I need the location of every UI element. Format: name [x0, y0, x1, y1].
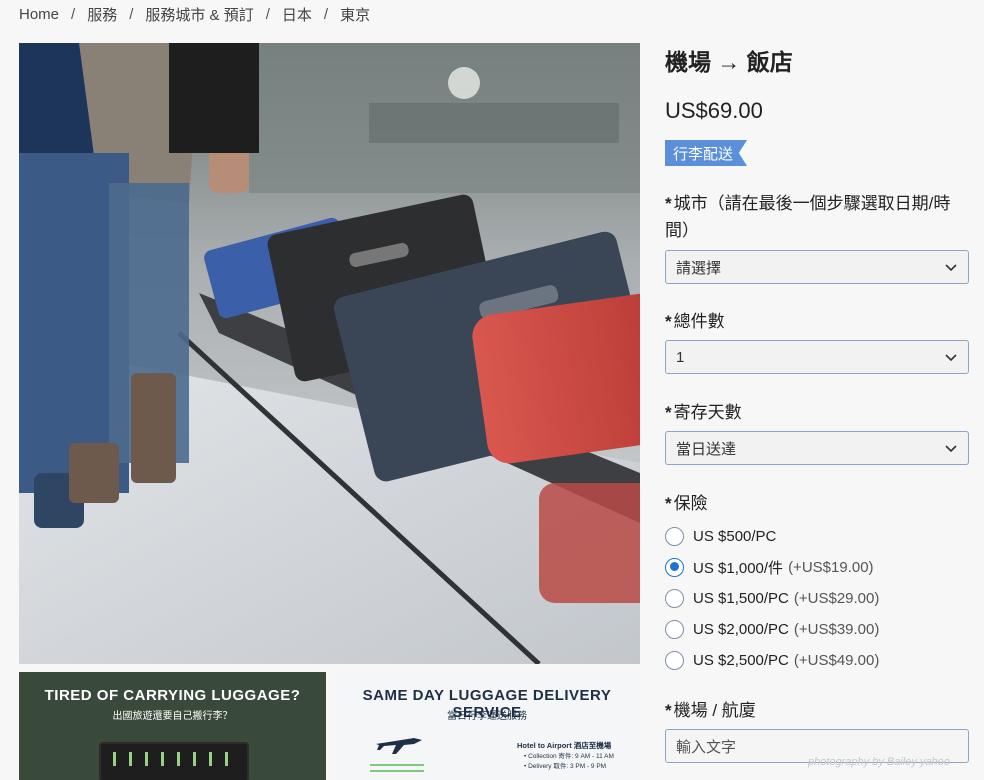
pieces-label-text: 總件數: [673, 312, 725, 331]
product-details: 機場 → 飯店 US$69.00 行李配送 * 城市（請在最後一個步驟選取日期/時…: [665, 40, 970, 763]
breadcrumb-services[interactable]: 服務: [87, 4, 117, 25]
photo-watermark: photography by Bailey yahoo: [808, 756, 950, 768]
breadcrumb-japan[interactable]: 日本: [282, 4, 312, 25]
required-mark: *: [665, 701, 672, 720]
insurance-label-text: 保險: [673, 494, 708, 513]
chevron-down-icon: [945, 354, 957, 362]
insurance-option-2000[interactable]: US $2,000/PC (+US$39.00): [665, 617, 879, 641]
luggage-carousel-photo: [19, 43, 640, 664]
airplane-icon: [376, 738, 422, 754]
radio-button-selected[interactable]: [665, 557, 684, 577]
product-price: US$69.00: [665, 98, 763, 123]
breadcrumb-home[interactable]: Home: [19, 6, 59, 23]
breadcrumb: Home / 服務 / 服務城市 & 預訂 / 日本 / 東京: [19, 4, 370, 24]
pieces-select-value: 1: [676, 348, 685, 366]
city-select-value: 請選擇: [676, 259, 722, 277]
breadcrumb-separator: /: [129, 5, 134, 23]
product-main-image[interactable]: [19, 43, 640, 664]
insurance-option-price: (+US$49.00): [793, 651, 880, 669]
flight-input-placeholder: 輸入文字: [676, 738, 737, 756]
product-title: 機場 → 飯店: [665, 49, 793, 75]
city-label: * 城市（請在最後一個步驟選取日期/時間）: [665, 190, 970, 244]
radio-button[interactable]: [665, 526, 684, 546]
thumbnail-schedule: • Collection 寄件: 9 AM - 11 AM • Delivery…: [524, 752, 614, 772]
insurance-label: * 保險: [665, 490, 708, 517]
thumbnail-route: Hotel to Airport 酒店至機場: [517, 741, 612, 750]
breadcrumb-separator: /: [323, 5, 329, 23]
chevron-down-icon: [945, 445, 957, 453]
thumbnail-subtitle: 當日行李運送服務: [447, 711, 527, 722]
insurance-option-text: US $1,500/PC: [693, 589, 789, 607]
radio-button[interactable]: [665, 650, 684, 670]
flight-label: * 機場 / 航廈: [665, 697, 756, 724]
breadcrumb-cities[interactable]: 服務城市 & 預訂: [145, 4, 253, 25]
breadcrumb-tokyo: 東京: [340, 6, 371, 24]
thumbnail-tired-of-carrying[interactable]: TIRED OF CARRYING LUGGAGE? 出國旅遊還要自己搬行李？: [19, 672, 326, 780]
schedule-collection: • Collection 寄件: 9 AM - 11 AM: [524, 753, 614, 760]
insurance-option-text: US $2,000/PC: [693, 620, 789, 638]
thumbnail-same-day-delivery[interactable]: SAME DAY LUGGAGE DELIVERY SERVICE 當日行李運送…: [334, 672, 640, 780]
subway-handles-graphic: [99, 742, 249, 780]
schedule-delivery: • Delivery 取件: 3 PM - 9 PM: [524, 763, 607, 770]
radio-button[interactable]: [665, 619, 684, 639]
insurance-option-price: (+US$19.00): [788, 558, 874, 576]
breadcrumb-separator: /: [265, 5, 270, 23]
radio-button[interactable]: [665, 588, 684, 608]
insurance-option-2500[interactable]: US $2,500/PC (+US$49.00): [665, 648, 879, 672]
breadcrumb-separator: /: [71, 5, 76, 23]
insurance-option-500[interactable]: US $500/PC: [665, 524, 776, 548]
insurance-option-1000[interactable]: US $1,000/件 (+US$19.00): [665, 555, 874, 579]
pieces-select[interactable]: 1: [665, 340, 969, 374]
insurance-option-text: US $1,000/件: [693, 559, 784, 577]
flight-label-text: 機場 / 航廈: [673, 701, 756, 720]
required-mark: *: [665, 312, 672, 331]
pieces-label: * 總件數: [665, 308, 725, 335]
thumbnail-subtitle: 出國旅遊還要自己搬行李？: [112, 711, 233, 722]
city-label-text: 城市（請在最後一個步驟選取日期/時間）: [665, 194, 951, 240]
chevron-down-icon: [945, 264, 957, 272]
days-select[interactable]: 當日送達: [665, 431, 969, 465]
required-mark: *: [665, 494, 672, 513]
insurance-option-price: (+US$39.00): [793, 620, 880, 638]
thumbnail-title: TIRED OF CARRYING LUGGAGE?: [44, 687, 301, 704]
days-label-text: 寄存天數: [673, 403, 742, 422]
required-mark: *: [665, 194, 672, 213]
days-select-value: 當日送達: [676, 440, 737, 458]
required-mark: *: [665, 403, 672, 422]
category-tag: 行李配送: [665, 140, 748, 166]
insurance-option-price: (+US$29.00): [793, 589, 880, 607]
city-select[interactable]: 請選擇: [665, 250, 969, 284]
insurance-option-text: US $500/PC: [693, 527, 777, 545]
insurance-option-text: US $2,500/PC: [693, 651, 789, 669]
days-label: * 寄存天數: [665, 399, 742, 426]
insurance-option-1500[interactable]: US $1,500/PC (+US$29.00): [665, 586, 879, 610]
runway-lines: [370, 764, 424, 774]
